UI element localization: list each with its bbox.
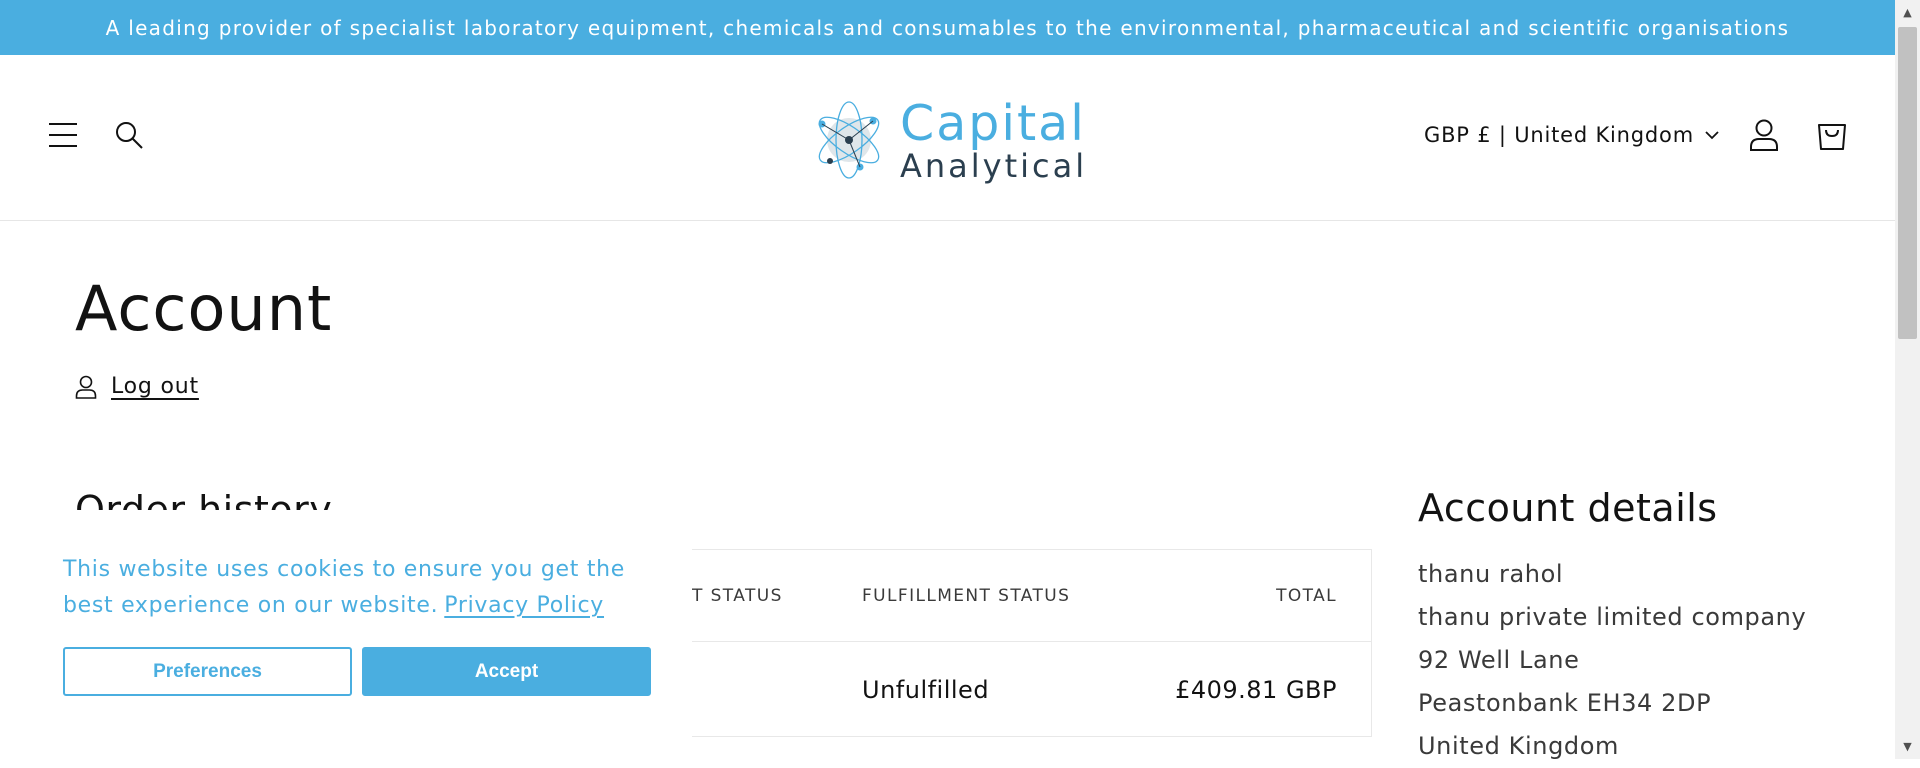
logo[interactable]: Capital Analytical [810,95,1090,185]
customer-name: thanu rahol [1418,560,1564,588]
chevron-down-icon [1705,131,1719,140]
user-icon [75,375,97,399]
atom-logo-icon [818,101,880,179]
account-details-address: thanu rahol thanu private limited compan… [1418,553,1806,768]
logout-link[interactable]: Log out [111,374,199,399]
search-icon [116,122,143,149]
cart-button[interactable] [1810,113,1854,157]
table-header: T STATUS FULFILLMENT STATUS TOTAL [692,550,1371,642]
country-selector[interactable]: GBP £ | United Kingdom [1424,119,1720,151]
cart-icon [1818,124,1846,150]
menu-button[interactable] [44,116,82,154]
address-street: 92 Well Lane [1418,646,1580,674]
order-history-table: T STATUS FULFILLMENT STATUS TOTAL Unfulf… [692,549,1372,737]
account-icon [1750,119,1778,151]
logo-word-analytical: Analytical [900,146,1088,185]
preferences-button[interactable]: Preferences [63,647,352,696]
cookie-banner: This website uses cookies to ensure you … [0,520,692,759]
table-row: Unfulfilled £409.81 GBP [692,642,1371,737]
country-selector-label: GBP £ | United Kingdom [1424,123,1694,147]
vertical-scrollbar[interactable]: ▲ ▼ [1895,0,1920,759]
logout-row: Log out [75,374,199,399]
page-title: Account [75,272,333,345]
address-country: United Kingdom [1418,732,1620,760]
cell-fulfillment-status: Unfulfilled [862,675,990,704]
column-header-total: TOTAL [1276,585,1337,606]
announcement-bar: A leading provider of specialist laborat… [0,0,1895,55]
site-header: Capital Analytical GBP £ | United Kingdo… [0,55,1895,221]
search-button[interactable] [110,116,148,154]
menu-icon [49,123,77,147]
privacy-policy-link[interactable]: Privacy Policy [444,593,604,618]
cookie-message: This website uses cookies to ensure you … [63,552,663,624]
address-city-postcode: Peastonbank EH34 2DP [1418,689,1712,717]
announcement-text: A leading provider of specialist laborat… [105,15,1790,40]
scroll-down-arrow-icon[interactable]: ▼ [1895,734,1920,759]
accept-button[interactable]: Accept [362,647,651,696]
column-header-fulfillment-status: FULFILLMENT STATUS [862,585,1071,606]
scrollbar-thumb[interactable] [1898,27,1917,339]
order-history-heading: Order history [75,488,333,510]
scroll-up-arrow-icon[interactable]: ▲ [1895,0,1920,25]
account-button[interactable] [1744,115,1784,155]
company-name: thanu private limited company [1418,603,1807,631]
cell-total: £409.81 GBP [1175,675,1337,704]
column-header-payment-status: T STATUS [692,585,783,606]
account-details-heading: Account details [1418,486,1718,530]
logo-word-capital: Capital [900,94,1086,152]
